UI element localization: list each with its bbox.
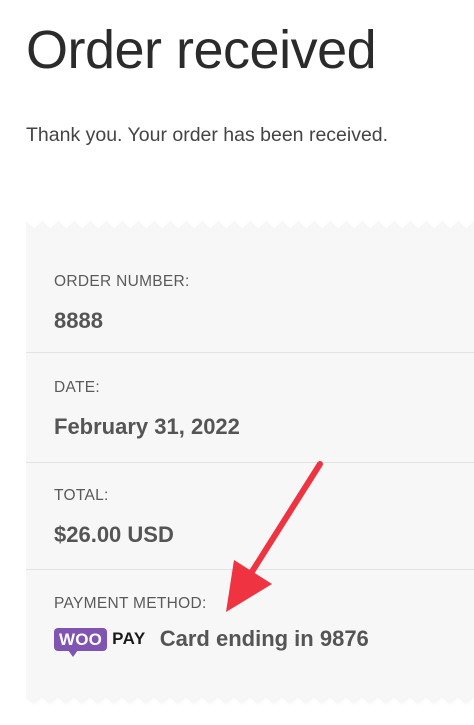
order-number-label: ORDER NUMBER: (54, 273, 190, 290)
date-label: DATE: (54, 379, 100, 396)
page-title: Order received (26, 20, 377, 80)
divider (26, 462, 474, 463)
woopay-logo: WOO PAY (54, 626, 146, 657)
pay-logo-text: PAY (112, 629, 146, 648)
payment-method-value: WOO PAY Card ending in 9876 (54, 626, 474, 657)
card-ending-text: Card ending in 9876 (159, 626, 369, 651)
divider (26, 569, 474, 570)
woo-logo-text: WOO (54, 627, 108, 657)
date-row: DATE: February 31, 2022 (26, 378, 474, 442)
order-number-row: ORDER NUMBER: 8888 (26, 272, 474, 336)
total-row: TOTAL: $26.00 USD (26, 486, 474, 550)
date-value: February 31, 2022 (54, 414, 240, 439)
total-value: $26.00 USD (54, 522, 174, 547)
thank-you-message: Thank you. Your order has been received. (26, 124, 389, 146)
order-receipt: ORDER NUMBER: 8888 DATE: February 31, 20… (26, 228, 474, 698)
order-number-value: 8888 (54, 308, 103, 333)
receipt-bottom-edge (26, 697, 474, 705)
payment-method-row: PAYMENT METHOD: WOO PAY Card ending in 9… (26, 594, 474, 657)
total-label: TOTAL: (54, 487, 109, 504)
payment-method-label: PAYMENT METHOD: (54, 595, 207, 612)
divider (26, 352, 474, 353)
